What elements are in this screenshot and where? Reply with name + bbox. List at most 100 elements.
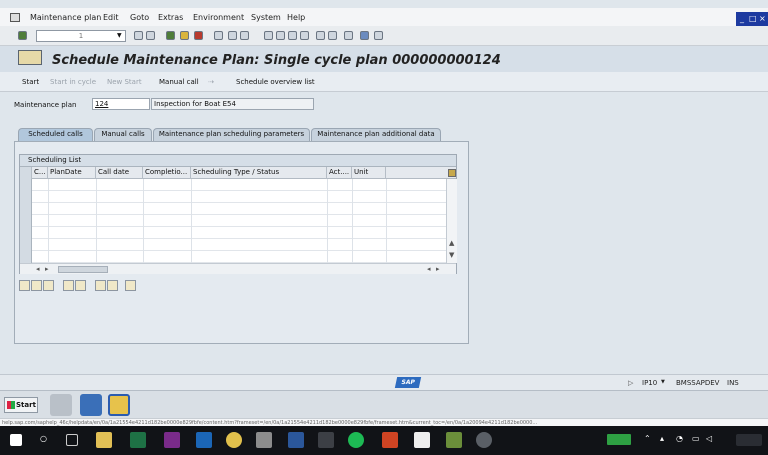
tray-expand-icon[interactable]: ▴	[660, 434, 664, 443]
row-selector[interactable]	[20, 191, 32, 203]
deselect-icon[interactable]	[31, 280, 42, 291]
skip-call-icon[interactable]	[95, 280, 106, 291]
column-act[interactable]: Act....	[327, 167, 352, 179]
row-selector[interactable]	[20, 179, 32, 191]
word-icon[interactable]	[288, 432, 304, 448]
first-page-icon[interactable]	[264, 31, 273, 40]
layout-icon[interactable]	[344, 31, 353, 40]
enter-icon[interactable]	[18, 31, 27, 40]
start-in-cycle-button[interactable]: Start in cycle	[50, 78, 96, 86]
menu-environment[interactable]: Environment	[193, 13, 244, 22]
table-row[interactable]	[20, 227, 456, 239]
vertical-scrollbar[interactable]: ▲ ▼	[446, 179, 457, 263]
maximize-icon[interactable]: □	[749, 14, 757, 23]
find-icon[interactable]	[228, 31, 237, 40]
row-selector[interactable]	[20, 227, 32, 239]
select-all-cell[interactable]	[20, 167, 32, 179]
menu-extras[interactable]: Extras	[158, 13, 183, 22]
sap-logon-icon[interactable]	[80, 394, 102, 416]
menu-edit[interactable]: Edit	[103, 13, 119, 22]
scroll-left-end-icon[interactable]: ◂	[427, 265, 431, 273]
column-c[interactable]: C...	[32, 167, 48, 179]
scroll-right-end-icon[interactable]: ▸	[436, 265, 440, 273]
print-icon[interactable]	[214, 31, 223, 40]
file-explorer-icon[interactable]	[96, 432, 112, 448]
column-scheduling-type[interactable]: Scheduling Type / Status	[191, 167, 327, 179]
last-page-icon[interactable]	[300, 31, 309, 40]
horizontal-scrollbar[interactable]: ◂ ▸ ◂ ▸	[20, 263, 456, 274]
search-icon[interactable]: ○	[40, 434, 47, 443]
cancel-icon[interactable]	[194, 31, 203, 40]
status-dropdown-icon[interactable]: ▼	[661, 379, 665, 385]
wifi-icon[interactable]: ◔	[676, 434, 683, 443]
app-icon-2[interactable]	[318, 432, 334, 448]
column-call-date[interactable]: Call date	[96, 167, 143, 179]
back-arrow-icon[interactable]	[134, 31, 143, 40]
folder-icon[interactable]	[108, 394, 130, 416]
scroll-left-icon[interactable]: ◂	[36, 265, 40, 273]
column-completion[interactable]: Completio...	[143, 167, 191, 179]
start-button-sap[interactable]: Start	[4, 397, 38, 413]
schedule-overview-button[interactable]: Schedule overview list	[236, 78, 315, 86]
scroll-down-icon[interactable]: ▼	[449, 251, 454, 259]
scroll-thumb[interactable]	[58, 266, 108, 273]
table-settings-icon[interactable]	[448, 169, 456, 177]
menu-help[interactable]: Help	[287, 13, 305, 22]
volume-icon[interactable]: ◁	[706, 434, 712, 443]
table-row[interactable]	[20, 215, 456, 227]
release-call-icon[interactable]	[107, 280, 118, 291]
tab-manual-calls[interactable]: Manual calls	[94, 128, 152, 141]
tab-additional-data[interactable]: Maintenance plan additional data	[311, 128, 441, 141]
row-selector[interactable]	[20, 251, 32, 263]
customize-icon[interactable]	[374, 31, 383, 40]
network-icon[interactable]	[50, 394, 72, 416]
start-button[interactable]: Start	[22, 78, 39, 86]
close-icon[interactable]: ×	[759, 14, 766, 23]
windows-start-icon[interactable]	[10, 434, 22, 446]
chrome-icon[interactable]	[226, 432, 242, 448]
table-row[interactable]	[20, 179, 456, 191]
row-selector[interactable]	[20, 203, 32, 215]
app-icon-5[interactable]	[476, 432, 492, 448]
table-row[interactable]	[20, 239, 456, 251]
new-start-button[interactable]: New Start	[107, 78, 142, 86]
command-field[interactable]: 1	[36, 30, 126, 42]
new-session-icon[interactable]	[316, 31, 325, 40]
minimize-icon[interactable]: _	[740, 14, 744, 23]
battery-icon[interactable]	[607, 434, 631, 445]
help-icon[interactable]	[360, 31, 369, 40]
find-next-icon[interactable]	[240, 31, 249, 40]
table-row[interactable]	[20, 203, 456, 215]
previous-page-icon[interactable]	[276, 31, 285, 40]
spotify-icon[interactable]	[348, 432, 364, 448]
task-view-icon[interactable]	[66, 434, 78, 446]
row-selector[interactable]	[20, 239, 32, 251]
back-icon[interactable]	[166, 31, 175, 40]
scroll-right-icon[interactable]: ▸	[45, 265, 49, 273]
app-icon-4[interactable]	[446, 432, 462, 448]
table-row[interactable]	[20, 251, 456, 263]
shortcut-icon[interactable]	[328, 31, 337, 40]
tab-scheduled-calls[interactable]: Scheduled calls	[18, 128, 93, 141]
people-icon[interactable]: ⌃	[644, 434, 651, 443]
onenote-icon[interactable]	[164, 432, 180, 448]
manual-call-button[interactable]: Manual call	[159, 78, 199, 86]
next-page-icon[interactable]	[288, 31, 297, 40]
column-unit[interactable]: Unit	[352, 167, 386, 179]
column-plandate[interactable]: PlanDate	[48, 167, 96, 179]
detail-icon[interactable]	[43, 280, 54, 291]
clock-area[interactable]	[736, 434, 762, 446]
app-icon-3[interactable]	[414, 432, 430, 448]
tab-scheduling-parameters[interactable]: Maintenance plan scheduling parameters	[153, 128, 310, 141]
save-icon[interactable]	[146, 31, 155, 40]
chevron-down-icon[interactable]: ▼	[117, 32, 122, 39]
row-selector[interactable]	[20, 215, 32, 227]
table-row[interactable]	[20, 191, 456, 203]
exit-icon[interactable]	[180, 31, 189, 40]
system-menu-icon[interactable]	[10, 13, 20, 22]
menu-goto[interactable]: Goto	[130, 13, 149, 22]
powerpoint-icon[interactable]	[382, 432, 398, 448]
app-icon[interactable]	[256, 432, 272, 448]
select-all-icon[interactable]	[19, 280, 30, 291]
fix-call-icon[interactable]	[125, 280, 136, 291]
